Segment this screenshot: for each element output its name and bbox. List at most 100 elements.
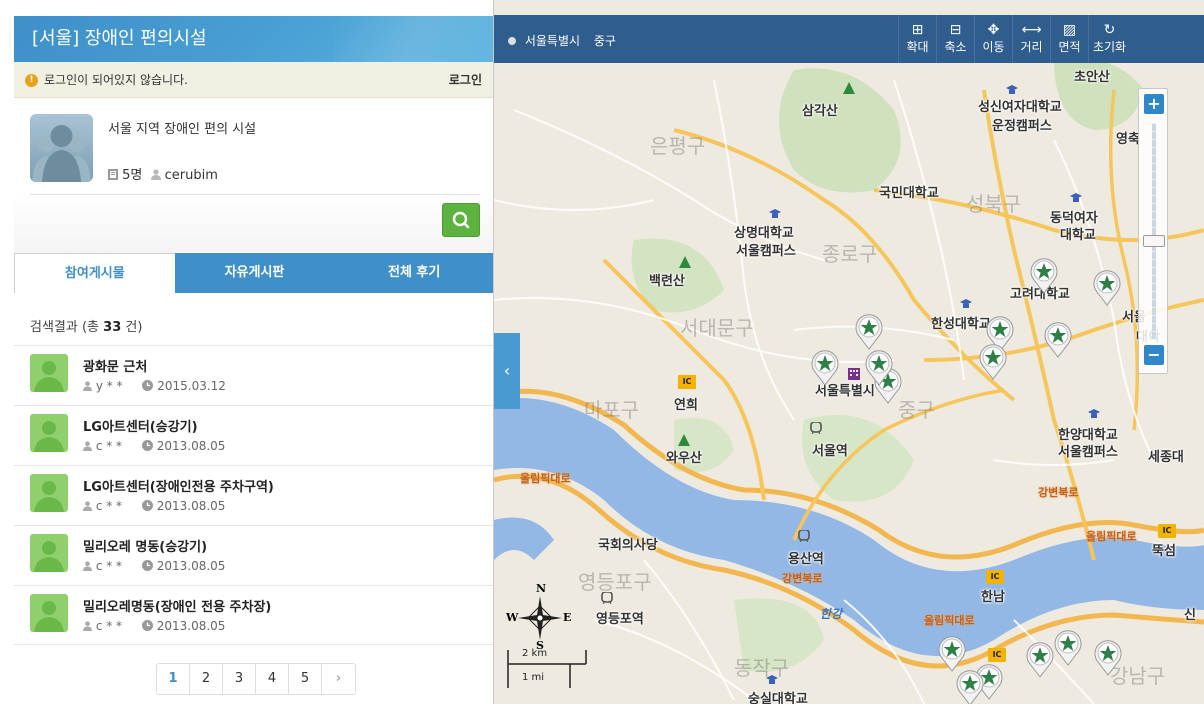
map-toolbar: 서울특별시 중구 ⊞ 확대 ⊟ 축소 ✥ 이동 ⟷ 거리 ▨ 면적 ↻ 초기화 [494,15,1204,63]
facility-marker[interactable] [865,350,893,386]
result-number: 33 [103,320,122,335]
facility-marker[interactable] [1026,642,1054,678]
facility-marker[interactable] [855,314,883,350]
train-icon [810,422,822,434]
university-icon [1070,193,1082,202]
zoom-control: + − [1138,88,1168,374]
page-5[interactable]: 5 [289,664,322,694]
post-meta: y * * 2015.03.12 [83,379,226,393]
map-label: 서대문구 [680,316,754,340]
zoom-out-button[interactable]: − [1144,345,1164,365]
zoom-in-button[interactable]: + [1144,94,1164,114]
area-tool[interactable]: ▨ 면적 [1050,15,1088,63]
next-page-button[interactable]: › [322,664,355,694]
map-view[interactable]: 삼각산 성신여자대학교 운정캠퍼스 초안산 영축 은평구 국민대학교 성북구 상… [494,0,1204,704]
facility-marker[interactable] [1030,258,1058,294]
collapse-panel-button[interactable]: ‹ [494,333,520,409]
facility-marker[interactable] [938,636,966,672]
post-date: 2015.03.12 [157,379,226,393]
member-count: 5명 [122,168,143,183]
page-3[interactable]: 3 [223,664,256,694]
location-city: 서울특별시 [524,34,581,48]
map-label: 서울캠퍼스 [1058,445,1118,460]
area-icon: ▨ [1062,22,1077,38]
page-1[interactable]: 1 [157,664,190,694]
zoom-slider-handle[interactable] [1143,235,1165,247]
user-icon [83,381,92,391]
map-label: 서울역 [812,444,848,459]
owner-icon [150,169,161,180]
facility-marker[interactable] [1054,630,1082,666]
map-label: 중구 [898,398,935,422]
reset-tool[interactable]: ↻ 초기화 [1088,15,1130,63]
map-label: 한남 [981,590,1005,605]
mountain-icon [678,434,690,446]
map-label: 세종대 [1148,450,1184,465]
post-title: LG아트센터(승강기) [83,420,198,435]
clock-icon [141,440,153,451]
tab-free-board[interactable]: 자유게시판 [175,253,335,293]
clock-icon [141,500,153,511]
zoom-in-tool[interactable]: ⊞ 확대 [898,15,936,63]
list-item[interactable]: LG아트센터(승강기) c * * 2013.08.05 [14,405,493,465]
list-item[interactable]: 밀리오레 명동(승강기) c * * 2013.08.05 [14,525,493,585]
group-meta: 5명 cerubim [108,164,218,183]
user-icon [83,441,92,451]
tool-label: 초기화 [1092,40,1127,54]
post-meta: c * * 2013.08.05 [83,439,225,453]
group-avatar [30,114,93,182]
tab-all-reviews[interactable]: 전체 후기 [334,253,493,293]
map-label: 백련산 [649,274,685,289]
location-pin-icon [508,37,516,45]
title-decoration [334,16,493,62]
login-link[interactable]: 로그인 [449,62,482,98]
map-label: 연희 [674,398,698,413]
map-label: 올림픽대로 [520,472,571,485]
group-description: 서울 지역 장애인 편의 시설 [108,122,257,137]
tool-label: 거리 [1020,40,1043,54]
map-label: 한강 [820,607,843,621]
login-message: 로그인이 되어있지 않습니다. [44,73,188,87]
list-item[interactable]: 밀리오레명동(장애인 전용 주차장) c * * 2013.08.05 [14,585,493,645]
facility-marker[interactable] [1044,322,1072,358]
distance-tool[interactable]: ⟷ 거리 [1012,15,1050,63]
map-label: 마포구 [584,398,640,422]
location-gu: 중구 [593,34,616,48]
facility-marker[interactable] [1093,270,1121,306]
interchange-badge: IC [988,648,1006,662]
facility-marker[interactable] [979,344,1007,380]
result-prefix: 검색결과 (총 [30,320,100,335]
compass-n: N [536,582,547,595]
page-2[interactable]: 2 [190,664,223,694]
facility-marker[interactable] [956,670,984,704]
map-label: 와우산 [666,451,702,466]
pan-icon: ✥ [987,22,1000,38]
post-list: 광화문 근처 y * * 2015.03.12 LG아트센터(승강기) c * … [14,345,493,645]
zoom-in-icon: ⊞ [911,22,924,38]
clock-icon [141,620,153,631]
tool-label: 확대 [906,40,929,54]
result-suffix: 건) [125,320,143,335]
post-thumbnail [30,534,68,572]
profile-divider [30,194,480,195]
zoom-out-tool[interactable]: ⊟ 축소 [936,15,974,63]
post-user: y * * [95,379,123,393]
facility-marker[interactable] [811,350,839,386]
tab-participation[interactable]: 참여게시물 [14,253,175,293]
pan-tool[interactable]: ✥ 이동 [974,15,1012,63]
map-label: 대학교 [1060,228,1096,243]
page-4[interactable]: 4 [256,664,289,694]
list-item[interactable]: LG아트센터(장애인전용 주차구역) c * * 2013.08.05 [14,465,493,525]
facility-marker[interactable] [1094,640,1122,676]
board-tabs: 참여게시물 자유게시판 전체 후기 [14,253,493,293]
list-item[interactable]: 광화문 근처 y * * 2015.03.12 [14,345,493,405]
map-label: 서울캠퍼스 [736,244,796,259]
mountain-icon [679,256,691,268]
reset-icon: ↻ [1103,22,1116,38]
post-thumbnail [30,354,68,392]
map-label: 상명대학교 [734,226,794,241]
search-button[interactable] [442,203,480,237]
post-user: c * * [95,499,123,513]
post-title: LG아트센터(장애인전용 주차구역) [83,480,274,495]
map-label: 운정캠퍼스 [992,119,1052,134]
